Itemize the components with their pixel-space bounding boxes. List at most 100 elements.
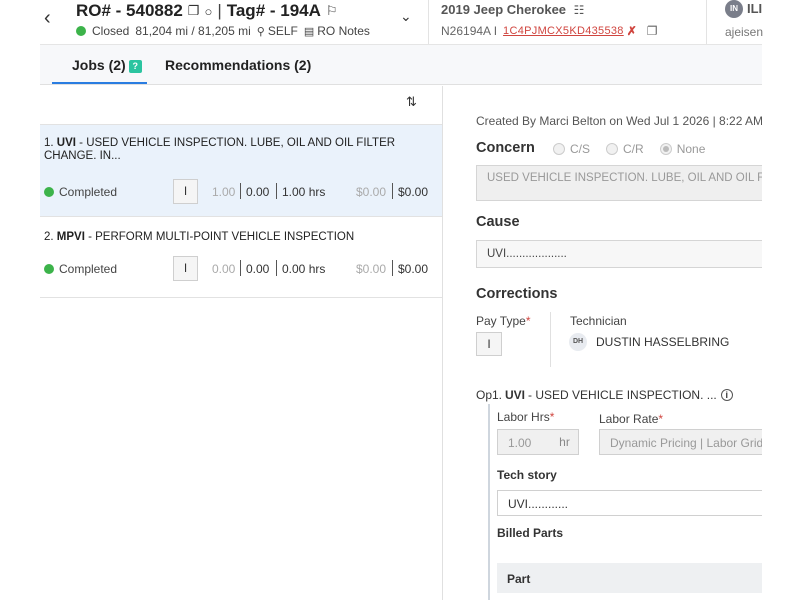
corrections-title: Corrections bbox=[476, 286, 558, 302]
job-status-label: Completed bbox=[59, 262, 118, 276]
job-price-estimate: $0.00 bbox=[356, 262, 387, 276]
ro-notes-link[interactable]: RO Notes bbox=[317, 24, 370, 38]
help-badge-icon[interactable]: ? bbox=[128, 60, 142, 73]
operation-title: Op1. UVI - USED VEHICLE INSPECTION. ... … bbox=[476, 388, 733, 402]
job-sold-hours: 1.00 hrs bbox=[282, 185, 326, 199]
pay-type-label: Pay Type* bbox=[476, 314, 530, 328]
labor-rate-label: Labor Rate* bbox=[599, 412, 663, 426]
job-actual-hours: 0.00 bbox=[246, 262, 270, 276]
vehicle-info: 2019 Jeep Cherokee ☷ bbox=[441, 2, 584, 17]
parts-table-header-part: Part bbox=[497, 563, 762, 593]
job-price-estimate: $0.00 bbox=[356, 185, 387, 199]
ro-header: ‹ RO# - 540882 ❐ ○ | Tag# - 194A ⚐ Close… bbox=[0, 0, 800, 44]
tab-jobs[interactable]: Jobs (2)? bbox=[72, 57, 142, 73]
job-list-panel: ⇅ 1. UVI - USED VEHICLE INSPECTION. LUBE… bbox=[40, 86, 443, 600]
labor-hrs-label-text: Labor Hrs bbox=[497, 410, 550, 424]
expand-chevron-down-icon[interactable]: ⌄ bbox=[400, 8, 412, 25]
user-avatar[interactable]: IN bbox=[725, 0, 743, 18]
concern-source-radios: C/S C/R None bbox=[553, 142, 721, 156]
divider bbox=[550, 312, 551, 367]
copy-vin-icon[interactable]: ❐ bbox=[647, 24, 658, 38]
divider bbox=[276, 183, 277, 199]
job-row[interactable]: 2. MPVI - PERFORM MULTI-POINT VEHICLE IN… bbox=[40, 217, 442, 298]
mileage: 81,204 mi / 81,205 mi bbox=[135, 24, 251, 38]
radio-cr[interactable] bbox=[606, 143, 619, 155]
tag-number: Tag# - 194A bbox=[226, 1, 321, 20]
job-code: UVI bbox=[56, 137, 76, 149]
tech-story-label: Tech story bbox=[497, 468, 557, 482]
status-dot-icon bbox=[76, 26, 86, 36]
user-name: ILI bbox=[747, 1, 763, 16]
cause-field[interactable]: UVI................... bbox=[476, 240, 762, 268]
required-marker: * bbox=[658, 412, 664, 426]
op-code: UVI bbox=[505, 388, 526, 402]
back-chevron-icon[interactable]: ‹ bbox=[44, 6, 60, 30]
job-est-hours: 0.00 bbox=[212, 262, 236, 276]
job-est-hours: 1.00 bbox=[212, 185, 236, 199]
labor-hrs-unit: hr bbox=[551, 429, 579, 455]
operation-guide-line bbox=[488, 404, 490, 600]
job-description: - PERFORM MULTI-POINT VEHICLE INSPECTION bbox=[84, 231, 355, 243]
divider bbox=[240, 260, 241, 276]
concern-title: Concern bbox=[476, 140, 535, 156]
job-title: 1. UVI - USED VEHICLE INSPECTION. LUBE, … bbox=[44, 137, 436, 163]
labor-rate-field[interactable]: Dynamic Pricing | Labor Grid bbox=[599, 429, 762, 455]
tab-jobs-label: Jobs (2) bbox=[72, 57, 126, 73]
customer-type-icon: ⚲ bbox=[256, 25, 265, 38]
radio-cs[interactable] bbox=[553, 143, 565, 155]
stock-number: N26194A I bbox=[441, 24, 498, 38]
job-pay-type: I bbox=[173, 256, 198, 281]
job-description: - USED VEHICLE INSPECTION. LUBE, OIL AND… bbox=[44, 137, 396, 162]
user-email: ajeisen bbox=[725, 25, 764, 39]
tab-recommendations[interactable]: Recommendations (2) bbox=[165, 57, 311, 73]
pay-type-label-text: Pay Type bbox=[476, 314, 526, 328]
header-divider-2 bbox=[706, 0, 707, 44]
divider bbox=[276, 260, 277, 276]
ro-status-line: Closed 81,204 mi / 81,205 mi ⚲ SELF ▤ RO… bbox=[76, 24, 376, 38]
radio-none-label: None bbox=[676, 142, 706, 156]
technician-avatar: DH bbox=[569, 333, 587, 351]
vin-link[interactable]: 1C4PJMCX5KD435538 bbox=[503, 25, 624, 37]
job-status: Completed bbox=[44, 185, 117, 199]
radio-none[interactable] bbox=[659, 143, 672, 155]
tab-bar: Jobs (2)? Recommendations (2) bbox=[40, 45, 762, 85]
concern-field[interactable]: USED VEHICLE INSPECTION. LUBE, OIL AND O… bbox=[476, 165, 762, 201]
flag-icon[interactable]: ⚐ bbox=[326, 3, 338, 19]
divider bbox=[392, 260, 393, 276]
status-dot-icon bbox=[44, 264, 54, 274]
job-number: 2. bbox=[44, 231, 54, 243]
labor-hrs-label: Labor Hrs* bbox=[497, 410, 554, 424]
ro-number: RO# - 540882 bbox=[76, 1, 183, 20]
vin-line: N26194A I 1C4PJMCX5KD435538 ✗ ❐ bbox=[441, 24, 658, 38]
job-row[interactable]: 1. UVI - USED VEHICLE INSPECTION. LUBE, … bbox=[40, 124, 442, 217]
vin-warning-x-icon: ✗ bbox=[626, 24, 637, 38]
required-marker: * bbox=[525, 314, 531, 328]
job-detail-panel: Created By Marci Belton on Wed Jul 1 202… bbox=[443, 86, 762, 600]
customer-type: SELF bbox=[267, 24, 298, 38]
radio-cr-label: C/R bbox=[623, 142, 644, 156]
labor-hrs-field[interactable]: 1.00 bbox=[497, 429, 552, 455]
info-icon[interactable]: i bbox=[720, 389, 733, 401]
labor-rate-label-text: Labor Rate bbox=[599, 412, 659, 426]
notes-icon: ▤ bbox=[303, 25, 315, 38]
status-dot-icon bbox=[44, 187, 54, 197]
technician-label: Technician bbox=[570, 314, 627, 328]
job-sold-hours: 0.00 hrs bbox=[282, 262, 326, 276]
radio-cs-label: C/S bbox=[570, 142, 591, 156]
technician-name: DUSTIN HASSELBRING bbox=[596, 335, 730, 349]
cause-title: Cause bbox=[476, 214, 520, 230]
job-price-total: $0.00 bbox=[398, 185, 429, 199]
tech-story-field[interactable]: UVI............ bbox=[497, 490, 762, 516]
active-tab-indicator bbox=[52, 82, 147, 84]
separator: | bbox=[217, 1, 222, 20]
divider bbox=[392, 183, 393, 199]
job-title: 2. MPVI - PERFORM MULTI-POINT VEHICLE IN… bbox=[44, 231, 436, 244]
pay-type-field[interactable]: I bbox=[476, 332, 502, 356]
vehicle-card-icon[interactable]: ☷ bbox=[574, 3, 585, 17]
required-marker: * bbox=[549, 410, 555, 424]
header-divider bbox=[428, 0, 429, 44]
copy-icon[interactable]: ❐ bbox=[188, 3, 200, 19]
chat-icon[interactable]: ○ bbox=[204, 4, 212, 19]
job-pay-type: I bbox=[173, 179, 198, 204]
sort-icon[interactable]: ⇅ bbox=[406, 94, 417, 110]
